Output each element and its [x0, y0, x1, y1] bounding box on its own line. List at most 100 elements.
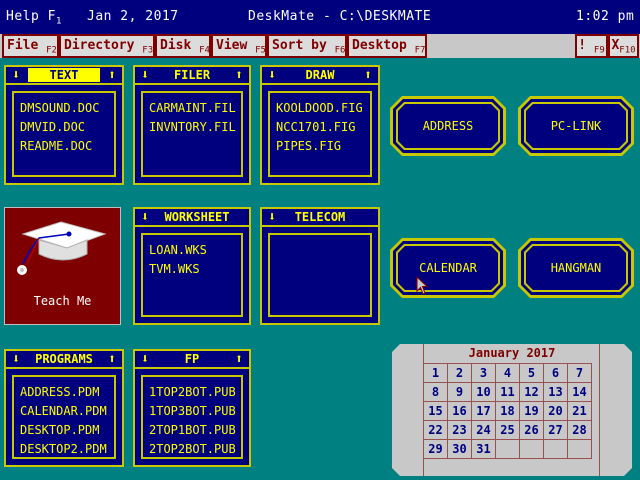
calendar-day — [543, 439, 568, 459]
teach-me-tile[interactable]: Teach Me — [4, 207, 121, 325]
calendar-day[interactable]: 3 — [471, 363, 496, 383]
menu-directory[interactable]: Directory F3 — [59, 34, 155, 58]
down-arrow-icon[interactable]: ⬇ — [8, 68, 24, 84]
file-item[interactable]: DMSOUND.DOC — [20, 99, 114, 118]
folder-telecom[interactable]: ⬇ TELECOM — [260, 207, 380, 325]
help-key-number: 1 — [55, 16, 62, 27]
calendar-day[interactable]: 18 — [495, 401, 520, 421]
file-item[interactable]: CALENDAR.PDM — [20, 402, 114, 421]
calendar-day[interactable]: 25 — [495, 420, 520, 440]
menu-view[interactable]: View F5 — [211, 34, 267, 58]
help-label: Help — [6, 9, 40, 24]
folder-title: TEXT — [27, 68, 101, 82]
address-button[interactable]: ADDRESS — [390, 96, 506, 156]
calendar-day[interactable]: 1 — [423, 363, 448, 383]
menu-desktop-label: Desktop — [352, 38, 407, 53]
down-arrow-icon[interactable]: ⬇ — [8, 352, 24, 368]
down-arrow-icon[interactable]: ⬇ — [264, 210, 280, 226]
calendar-day[interactable]: 4 — [495, 363, 520, 383]
file-item[interactable]: 1TOP2BOT.PUB — [149, 383, 241, 402]
calendar-day[interactable]: 22 — [423, 420, 448, 440]
menu-file[interactable]: File F2 — [2, 34, 59, 58]
folder-fp[interactable]: ⬇ FP ⬆ 1TOP2BOT.PUB 1TOP3BOT.PUB 2TOP1BO… — [133, 349, 251, 467]
calendar-day[interactable]: 26 — [519, 420, 544, 440]
calendar-button[interactable]: CALENDAR — [390, 238, 506, 298]
mini-calendar[interactable]: January 2017 1 2 3 4 5 6 7 8 9 10 11 12 13 14 15 16 17 18… — [392, 344, 632, 476]
up-arrow-icon[interactable]: ⬆ — [360, 68, 376, 84]
up-arrow-icon[interactable]: ⬆ — [231, 68, 247, 84]
menu-help[interactable]: ! F9 — [575, 34, 608, 58]
file-item[interactable]: README.DOC — [20, 137, 114, 156]
menu-exit[interactable]: XF10 — [608, 34, 639, 58]
calendar-day[interactable]: 8 — [423, 382, 448, 402]
calendar-day[interactable]: 24 — [471, 420, 496, 440]
calendar-day[interactable]: 21 — [567, 401, 592, 421]
menu-sort-by[interactable]: Sort by F6 — [267, 34, 347, 58]
pc-link-label: PC-LINK — [526, 104, 626, 148]
down-arrow-icon[interactable]: ⬇ — [137, 352, 153, 368]
calendar-day[interactable]: 13 — [543, 382, 568, 402]
folder-text[interactable]: ⬇ TEXT ⬆ DMSOUND.DOC DMVID.DOC README.DO… — [4, 65, 124, 185]
menu-directory-key: F3 — [142, 45, 154, 56]
menu-view-key: F5 — [255, 45, 266, 56]
file-item[interactable]: CARMAINT.FIL — [149, 99, 241, 118]
calendar-day[interactable]: 12 — [519, 382, 544, 402]
pc-link-button[interactable]: PC-LINK — [518, 96, 634, 156]
folder-title: FP — [184, 352, 200, 366]
help-menu[interactable]: Help F1 — [6, 9, 62, 27]
calendar-day[interactable]: 19 — [519, 401, 544, 421]
calendar-day[interactable]: 7 — [567, 363, 592, 383]
calendar-day[interactable]: 17 — [471, 401, 496, 421]
folder-title: FILER — [173, 68, 211, 82]
menu-disk[interactable]: Disk F4 — [155, 34, 211, 58]
down-arrow-icon[interactable]: ⬇ — [137, 210, 153, 226]
folder-worksheet[interactable]: ⬇ WORKSHEET LOAN.WKS TVM.WKS — [133, 207, 251, 325]
file-item[interactable]: KOOLDOOD.FIG — [276, 99, 370, 118]
calendar-day[interactable]: 6 — [543, 363, 568, 383]
calendar-grid: 1 2 3 4 5 6 7 8 9 10 11 12 13 14 15 16 17 18 19 20 21 22 23 24 2… — [423, 363, 594, 459]
up-arrow-icon[interactable]: ⬆ — [231, 352, 247, 368]
calendar-day[interactable]: 29 — [423, 439, 448, 459]
menu-disk-key: F4 — [199, 45, 210, 56]
file-item[interactable]: 1TOP3BOT.PUB — [149, 402, 241, 421]
calendar-day[interactable]: 11 — [495, 382, 520, 402]
calendar-day — [495, 439, 520, 459]
down-arrow-icon[interactable]: ⬇ — [137, 68, 153, 84]
calendar-day[interactable]: 27 — [543, 420, 568, 440]
file-item[interactable]: 2TOP1BOT.PUB — [149, 421, 241, 440]
calendar-day[interactable]: 15 — [423, 401, 448, 421]
folder-filer[interactable]: ⬇ FILER ⬆ CARMAINT.FIL INVNTORY.FIL — [133, 65, 251, 185]
file-item[interactable]: LOAN.WKS — [149, 241, 241, 260]
file-item[interactable]: DESKTOP.PDM — [20, 421, 114, 440]
file-item[interactable]: ADDRESS.PDM — [20, 383, 114, 402]
calendar-day[interactable]: 30 — [447, 439, 472, 459]
file-item[interactable]: INVNTORY.FIL — [149, 118, 241, 137]
calendar-day[interactable]: 20 — [543, 401, 568, 421]
down-arrow-icon[interactable]: ⬇ — [264, 68, 280, 84]
calendar-day[interactable]: 10 — [471, 382, 496, 402]
calendar-day[interactable]: 9 — [447, 382, 472, 402]
file-item[interactable]: TVM.WKS — [149, 260, 241, 279]
file-item[interactable]: NCC1701.FIG — [276, 118, 370, 137]
hangman-button[interactable]: HANGMAN — [518, 238, 634, 298]
menu-desktop[interactable]: Desktop F7 — [347, 34, 427, 58]
file-item[interactable]: DMVID.DOC — [20, 118, 114, 137]
calendar-day[interactable]: 31 — [471, 439, 496, 459]
file-item[interactable]: 2TOP2BOT.PUB — [149, 440, 241, 459]
folder-programs[interactable]: ⬇ PROGRAMS ⬆ ADDRESS.PDM CALENDAR.PDM DE… — [4, 349, 124, 467]
up-arrow-icon[interactable]: ⬆ — [104, 68, 120, 84]
file-item[interactable]: PIPES.FIG — [276, 137, 370, 156]
calendar-day[interactable]: 2 — [447, 363, 472, 383]
file-list: DMSOUND.DOC DMVID.DOC README.DOC — [12, 91, 116, 177]
status-bar: Help F1 Jan 2, 2017 DeskMate - C:\DESKMA… — [0, 0, 640, 34]
folder-draw[interactable]: ⬇ DRAW ⬆ KOOLDOOD.FIG NCC1701.FIG PIPES.… — [260, 65, 380, 185]
calendar-day — [519, 439, 544, 459]
calendar-day[interactable]: 14 — [567, 382, 592, 402]
calendar-day[interactable]: 5 — [519, 363, 544, 383]
file-item[interactable]: DESKTOP2.PDM — [20, 440, 114, 459]
calendar-day[interactable]: 16 — [447, 401, 472, 421]
up-arrow-icon[interactable]: ⬆ — [104, 352, 120, 368]
calendar-day[interactable]: 28 — [567, 420, 592, 440]
help-key: F — [47, 9, 56, 24]
calendar-day[interactable]: 23 — [447, 420, 472, 440]
